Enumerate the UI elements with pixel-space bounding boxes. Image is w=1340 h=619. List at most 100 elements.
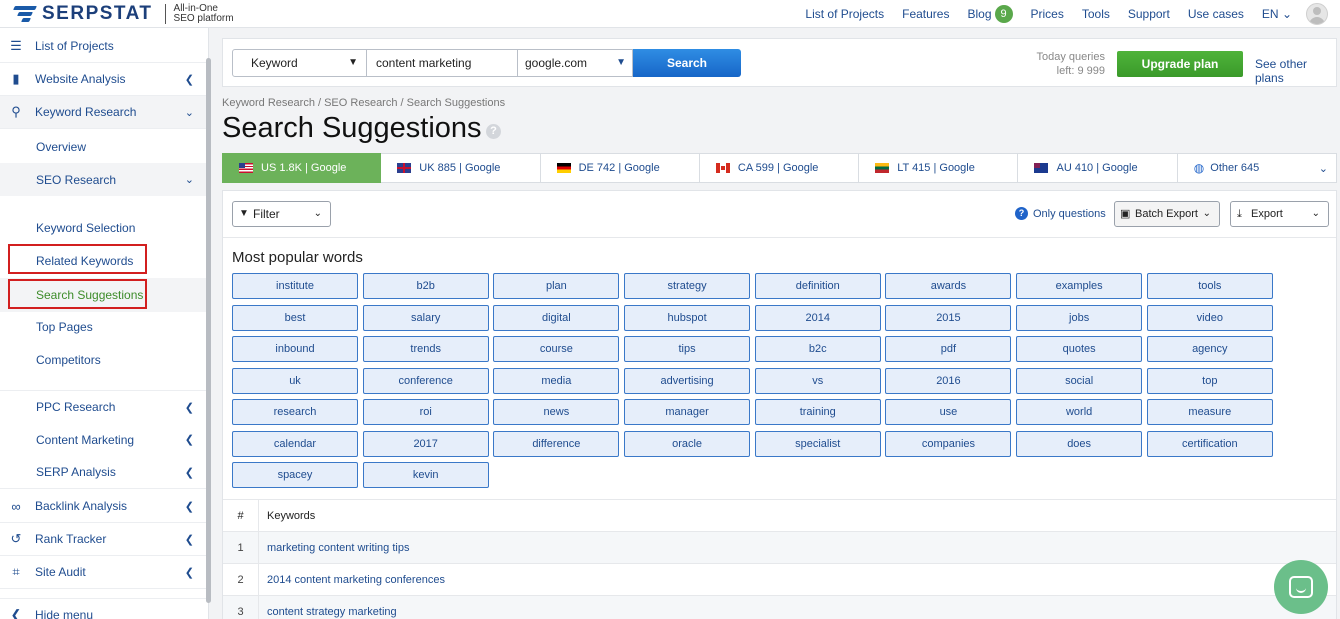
column-header-keywords[interactable]: Keywords bbox=[259, 510, 315, 522]
popular-word-chip[interactable]: digital bbox=[493, 304, 620, 331]
tab-uk[interactable]: UK 885 | Google bbox=[381, 153, 541, 183]
sidebar-item-keyword-selection[interactable]: Keyword Selection bbox=[36, 221, 135, 235]
popular-word-chip[interactable]: definition bbox=[754, 273, 881, 299]
filter-button[interactable]: ▼ Filter ⌄ bbox=[232, 201, 331, 227]
popular-word-chip[interactable]: jobs bbox=[1016, 304, 1143, 331]
popular-word-chip[interactable]: companies bbox=[885, 430, 1012, 457]
popular-word-chip[interactable]: trends bbox=[362, 336, 489, 362]
sidebar-item-content-marketing[interactable]: Content Marketing ❮ bbox=[0, 423, 206, 456]
popular-word-chip[interactable]: news bbox=[493, 399, 620, 425]
sidebar-item-seo-research[interactable]: SEO Research ⌄ bbox=[0, 163, 206, 196]
sidebar-item-competitors[interactable]: Competitors bbox=[36, 353, 101, 367]
sidebar-scrollbar[interactable] bbox=[206, 58, 211, 603]
sidebar-item-top-pages[interactable]: Top Pages bbox=[36, 320, 93, 334]
nav-features[interactable]: Features bbox=[902, 7, 949, 21]
sidebar-item-serp-analysis[interactable]: SERP Analysis ❮ bbox=[0, 456, 206, 489]
popular-word-chip[interactable]: training bbox=[754, 399, 881, 425]
help-icon[interactable]: ? bbox=[486, 124, 501, 139]
popular-word-chip[interactable]: research bbox=[232, 399, 358, 425]
popular-word-chip[interactable]: spacey bbox=[232, 462, 358, 488]
popular-word-chip[interactable]: oracle bbox=[624, 430, 751, 457]
keyword-link[interactable]: 2014 content marketing conferences bbox=[259, 574, 445, 586]
sidebar-item-keyword-research[interactable]: ⚲ Keyword Research ⌄ bbox=[0, 96, 206, 129]
sidebar-item-related-keywords[interactable]: Related Keywords bbox=[36, 254, 133, 268]
see-other-plans-link[interactable]: See other plans bbox=[1255, 57, 1336, 85]
popular-word-chip[interactable]: hubspot bbox=[624, 304, 751, 331]
popular-word-chip[interactable]: tips bbox=[624, 336, 751, 362]
tab-us[interactable]: US 1.8K | Google bbox=[222, 153, 382, 183]
popular-word-chip[interactable]: examples bbox=[1016, 273, 1143, 299]
popular-word-chip[interactable]: best bbox=[232, 304, 358, 331]
tab-other[interactable]: ◍ Other 645 ⌄ bbox=[1177, 153, 1337, 183]
logo[interactable]: SERPSTAT All-in-One SEO platform bbox=[13, 3, 234, 25]
sidebar-item-list-of-projects[interactable]: ☰ List of Projects bbox=[0, 30, 206, 63]
database-select[interactable]: google.com ▼ bbox=[517, 49, 633, 77]
popular-word-chip[interactable]: pdf bbox=[885, 336, 1012, 362]
popular-word-chip[interactable]: conference bbox=[362, 367, 489, 394]
keyword-input[interactable]: content marketing bbox=[366, 49, 518, 77]
sidebar-item-website-analysis[interactable]: ▮ Website Analysis ❮ bbox=[0, 63, 206, 96]
batch-export-button[interactable]: ▣ Batch Export ⌄ bbox=[1114, 201, 1220, 227]
tab-au[interactable]: AU 410 | Google bbox=[1018, 153, 1178, 183]
popular-word-chip[interactable]: use bbox=[885, 399, 1012, 425]
popular-word-chip[interactable]: plan bbox=[493, 273, 620, 299]
user-avatar[interactable] bbox=[1306, 3, 1328, 25]
popular-word-chip[interactable]: 2015 bbox=[885, 304, 1012, 331]
nav-support[interactable]: Support bbox=[1128, 7, 1170, 21]
popular-word-chip[interactable]: difference bbox=[493, 430, 620, 457]
popular-word-chip[interactable]: b2b bbox=[362, 273, 489, 299]
export-button[interactable]: ⤓ Export ⌄ bbox=[1230, 201, 1329, 227]
popular-word-chip[interactable]: measure bbox=[1146, 399, 1273, 425]
popular-word-chip[interactable]: salary bbox=[362, 304, 489, 331]
keyword-link[interactable]: content strategy marketing bbox=[259, 606, 397, 618]
popular-word-chip[interactable]: calendar bbox=[232, 430, 358, 457]
chat-widget-button[interactable] bbox=[1274, 560, 1328, 614]
sidebar-item-overview[interactable]: Overview bbox=[0, 130, 206, 163]
nav-list-of-projects[interactable]: List of Projects bbox=[805, 7, 884, 21]
popular-word-chip[interactable]: awards bbox=[885, 273, 1012, 299]
tab-de[interactable]: DE 742 | Google bbox=[540, 153, 700, 183]
popular-word-chip[interactable]: agency bbox=[1146, 336, 1273, 362]
popular-word-chip[interactable]: quotes bbox=[1016, 336, 1143, 362]
nav-prices[interactable]: Prices bbox=[1031, 7, 1064, 21]
popular-word-chip[interactable]: does bbox=[1016, 430, 1143, 457]
tab-lt[interactable]: LT 415 | Google bbox=[859, 153, 1019, 183]
popular-word-chip[interactable]: strategy bbox=[624, 273, 751, 299]
nav-use-cases[interactable]: Use cases bbox=[1188, 7, 1244, 21]
popular-word-chip[interactable]: 2014 bbox=[754, 304, 881, 331]
popular-word-chip[interactable]: 2016 bbox=[885, 367, 1012, 394]
popular-word-chip[interactable]: certification bbox=[1146, 430, 1273, 457]
popular-word-chip[interactable]: social bbox=[1016, 367, 1143, 394]
sidebar-item-rank-tracker[interactable]: ↺ Rank Tracker ❮ bbox=[0, 523, 206, 556]
popular-word-chip[interactable]: b2c bbox=[754, 336, 881, 362]
sidebar-item-site-audit[interactable]: ⌗ Site Audit ❮ bbox=[0, 556, 206, 589]
popular-word-chip[interactable]: course bbox=[493, 336, 620, 362]
sidebar-hide-menu[interactable]: ❮ Hide menu bbox=[0, 598, 206, 619]
popular-word-chip[interactable]: world bbox=[1016, 399, 1143, 425]
popular-word-chip[interactable]: uk bbox=[232, 367, 358, 394]
popular-word-chip[interactable]: roi bbox=[362, 399, 489, 425]
sidebar-item-search-suggestions[interactable]: Search Suggestions bbox=[0, 278, 206, 312]
sidebar-item-ppc-research[interactable]: PPC Research ❮ bbox=[0, 390, 206, 423]
search-button[interactable]: Search bbox=[633, 49, 741, 77]
popular-word-chip[interactable]: top bbox=[1146, 367, 1273, 394]
popular-word-chip[interactable]: 2017 bbox=[362, 430, 489, 457]
popular-word-chip[interactable]: media bbox=[493, 367, 620, 394]
popular-word-chip[interactable]: specialist bbox=[754, 430, 881, 457]
popular-word-chip[interactable]: vs bbox=[754, 367, 881, 394]
tab-ca[interactable]: CA 599 | Google bbox=[699, 153, 860, 183]
keyword-link[interactable]: marketing content writing tips bbox=[259, 542, 409, 554]
nav-blog[interactable]: Blog 9 bbox=[967, 5, 1013, 23]
sidebar-item-backlink-analysis[interactable]: ∞ Backlink Analysis ❮ bbox=[0, 490, 206, 523]
search-type-select[interactable]: Keyword ▼ bbox=[232, 49, 367, 77]
popular-word-chip[interactable]: tools bbox=[1146, 273, 1273, 299]
only-questions-toggle[interactable]: ? Only questions bbox=[1015, 207, 1106, 220]
popular-word-chip[interactable]: video bbox=[1146, 304, 1273, 331]
upgrade-plan-button[interactable]: Upgrade plan bbox=[1117, 51, 1243, 77]
popular-word-chip[interactable]: kevin bbox=[362, 462, 489, 488]
popular-word-chip[interactable]: inbound bbox=[232, 336, 358, 362]
language-selector[interactable]: EN ⌄ bbox=[1262, 7, 1292, 21]
popular-word-chip[interactable]: institute bbox=[232, 273, 358, 299]
nav-tools[interactable]: Tools bbox=[1082, 7, 1110, 21]
popular-word-chip[interactable]: advertising bbox=[624, 367, 751, 394]
